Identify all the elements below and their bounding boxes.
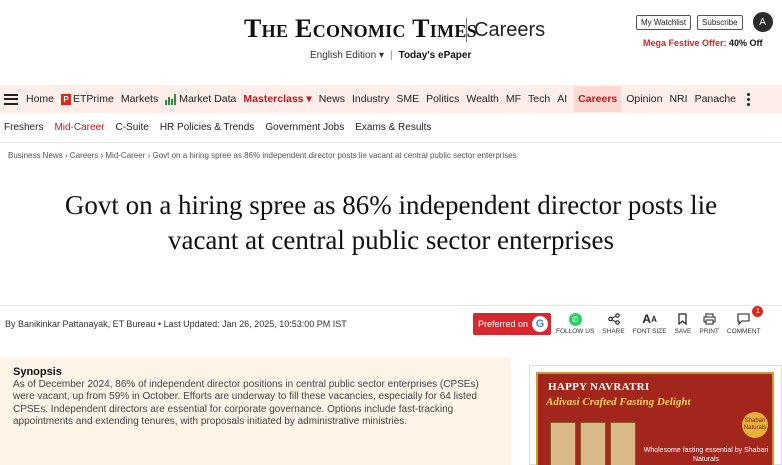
print-icon [703,311,716,327]
last-updated: • Last Updated: Jan 26, 2025, 10:53:00 P… [157,319,347,329]
careers-subnav: Freshers Mid-Career C-Suite HR Policies … [0,113,782,143]
nav-item-ai[interactable]: AI [557,93,567,105]
share-icon [607,311,620,327]
action-label: COMMENT [726,328,761,335]
nav-item-tech[interactable]: Tech [528,93,550,105]
masthead: The Economic Times Careers English Editi… [0,0,782,84]
etprime-icon: P [61,93,72,105]
action-label: PRINT [699,328,719,335]
nav-item-nri[interactable]: NRI [669,93,687,105]
nav-item-label: ETPrime [73,93,114,105]
nav-item-etprime[interactable]: P ETPrime [61,93,114,105]
article-headline: Govt on a hiring spree as 86% independen… [64,190,718,255]
nav-item-markets[interactable]: Markets [121,93,158,105]
follow-us-button[interactable]: ✆ FOLLOW US [556,311,594,335]
bookmark-icon [678,311,688,327]
hamburger-menu-icon[interactable] [4,93,18,105]
main-nav: Home P ETPrime Markets Market Data Maste… [0,85,782,113]
subnav-item-exams-results[interactable]: Exams & Results [355,122,431,133]
subnav-item-government-jobs[interactable]: Government Jobs [265,122,344,133]
ad-product-image [550,422,636,465]
section-title[interactable]: Careers [474,19,545,42]
edition-label: English Edition [310,50,377,61]
save-button[interactable]: SAVE [674,311,692,335]
comment-count-badge: 1 [752,306,764,317]
subnav-item-hr-policies[interactable]: HR Policies & Trends [160,122,254,133]
subscribe-button[interactable]: Subscribe [697,14,743,30]
comment-button[interactable]: COMMENT 1 [726,306,764,335]
synopsis-heading: Synopsis [13,366,62,378]
shabari-naturals-logo: Shabari Naturals [742,412,768,438]
et-logo[interactable]: The Economic Times [244,14,477,44]
edition-row: English Edition ▾ | Today's ePaper [310,50,471,61]
ad-banner[interactable]: HAPPY NAVRATRI Adivasi Crafted Fasting D… [536,372,774,465]
action-label: SAVE [674,328,692,335]
ad-subtitle: Adivasi Crafted Fasting Delight [546,396,691,408]
byline-prefix: By [5,319,16,329]
article-actions: ✆ FOLLOW US SHARE AA FONT SIZE SAVE PRIN… [556,306,768,335]
font-size-icon: AA [642,312,657,326]
watchlist-button[interactable]: My Watchlist [636,14,692,30]
edition-selector[interactable]: English Edition ▾ [310,50,384,61]
font-size-button[interactable]: AA FONT SIZE [633,311,667,335]
byline: By Banikinkar Pattanayak, ET Bureau • La… [5,319,347,329]
advertisement[interactable]: HAPPY NAVRATRI Adivasi Crafted Fasting D… [529,365,782,465]
nav-item-wealth[interactable]: Wealth [466,93,499,105]
nav-item-masterclass[interactable]: Masterclass ▾ [243,93,311,105]
comment-icon [737,311,750,327]
subnav-item-c-suite[interactable]: C-Suite [115,122,148,133]
more-menu-icon[interactable] [747,92,751,106]
share-button[interactable]: SHARE [602,311,625,335]
ad-tagline: Wholesome fasting essential by Shabari N… [643,447,769,463]
epaper-link[interactable]: Today's ePaper [399,50,472,61]
chevron-down-icon: ▾ [378,50,384,61]
nav-item-market-data[interactable]: Market Data [165,93,236,105]
nav-item-politics[interactable]: Politics [426,93,459,105]
byline-divider [0,305,782,306]
festive-offer-link[interactable]: Mega Festive Offer: 40% Off [643,38,763,48]
nav-item-panache[interactable]: Panache [695,93,736,105]
avatar[interactable]: A [752,12,773,32]
logo-divider [466,18,467,42]
action-label: SHARE [602,328,625,335]
ad-title: HAPPY NAVRATRI [548,381,650,393]
action-label: FONT SIZE [632,328,667,335]
nav-item-news[interactable]: News [319,93,345,105]
subnav-item-freshers[interactable]: Freshers [4,122,43,133]
synopsis-box: Synopsis As of December 2024, 86% of ind… [0,357,511,465]
synopsis-text: As of December 2024, 86% of independent … [13,379,479,428]
subnav-item-mid-career[interactable]: Mid-Career [54,122,104,133]
nav-item-industry[interactable]: Industry [352,93,389,105]
nav-item-label: Market Data [179,93,237,105]
preferred-on-google-button[interactable]: Preferred on G [473,313,551,335]
offer-value: 40% Off [729,38,763,48]
action-label: FOLLOW US [556,328,595,335]
breadcrumb[interactable]: Business News › Careers › Mid-Career › G… [8,151,517,160]
nav-item-careers[interactable]: Careers [574,86,622,112]
nav-item-home[interactable]: Home [26,93,54,105]
author-link[interactable]: Banikinkar Pattanayak, ET Bureau [18,319,155,329]
offer-label: Mega Festive Offer: [643,38,727,48]
market-data-icon [165,93,177,105]
preferred-label: Preferred on [478,319,529,329]
nav-item-sme[interactable]: SME [396,93,419,105]
account-controls: My Watchlist Subscribe A [636,12,773,32]
whatsapp-icon: ✆ [568,312,582,326]
nav-item-opinion[interactable]: Opinion [626,93,662,105]
nav-item-mf[interactable]: MF [506,93,521,105]
google-icon: G [532,316,548,332]
edition-divider: | [389,50,393,61]
print-button[interactable]: PRINT [699,311,719,335]
